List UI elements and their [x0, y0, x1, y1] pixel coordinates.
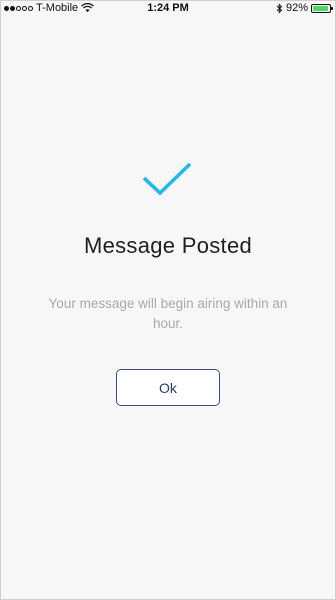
checkmark-icon	[142, 162, 192, 196]
status-bar: T-Mobile 1:24 PM 92%	[1, 1, 335, 15]
battery-level-fill	[313, 5, 328, 11]
battery-icon	[311, 3, 333, 13]
dialog-message: Your message will begin airing within an…	[48, 296, 288, 331]
battery-percent: 92%	[285, 2, 308, 14]
status-bar-right: 92%	[276, 2, 333, 14]
phone-screen: T-Mobile 1:24 PM 92% Message Posted Your…	[0, 0, 336, 600]
ok-button-label: Ok	[159, 379, 177, 396]
bluetooth-icon	[276, 2, 283, 14]
dialog-title: Message Posted	[83, 233, 253, 258]
ok-button[interactable]: Ok	[116, 369, 220, 406]
